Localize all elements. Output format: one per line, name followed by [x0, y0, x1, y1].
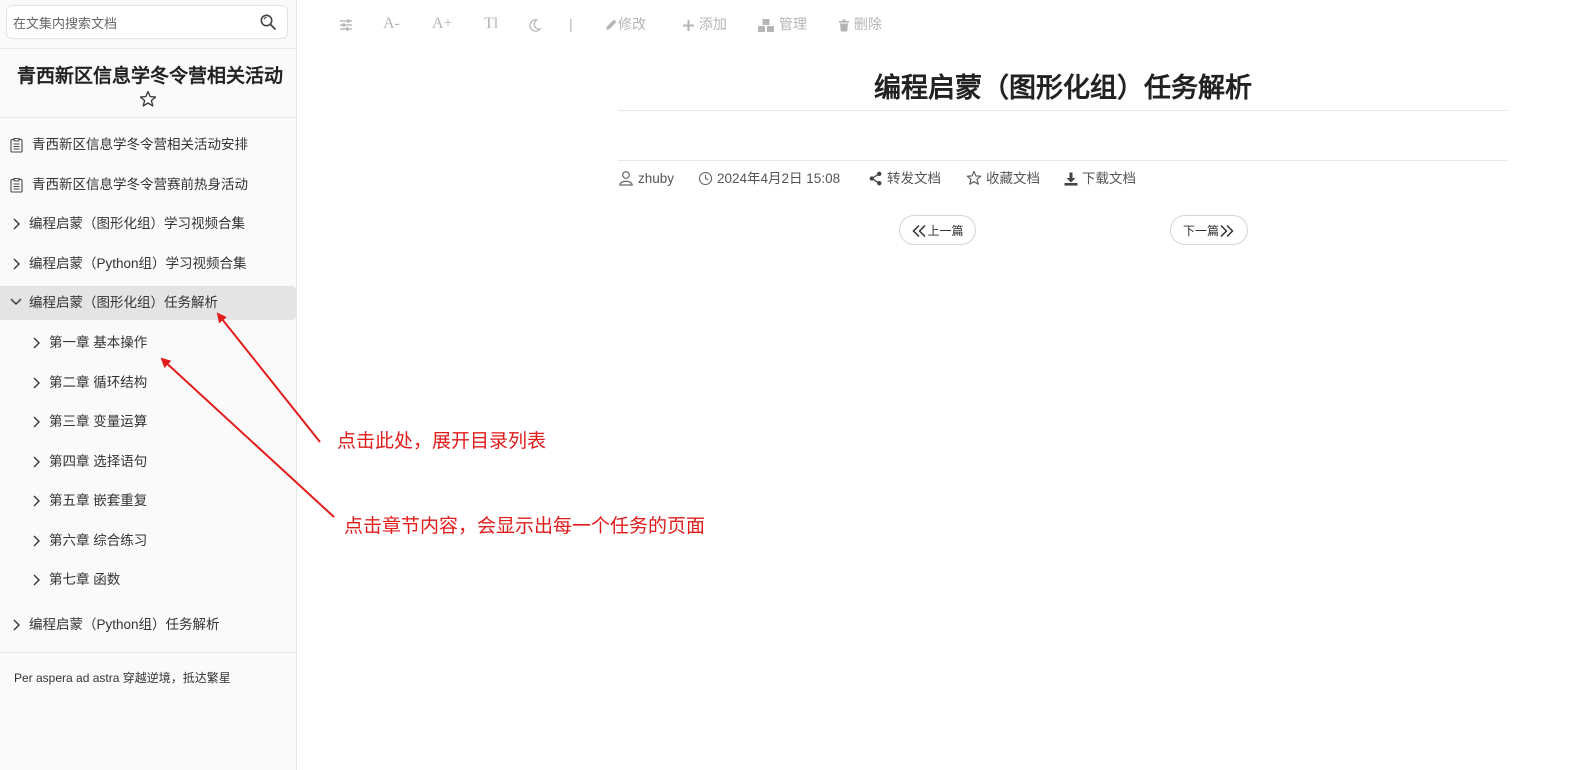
chevron-right-icon: [33, 377, 40, 389]
toc-item-label: 编程启蒙（图形化组）任务解析: [29, 295, 218, 310]
doc-title: 编程启蒙（图形化组）任务解析: [874, 73, 1252, 103]
toc-chapter-item[interactable]: 第七章 函数: [0, 563, 296, 597]
document-icon: [10, 138, 23, 153]
plus-icon: [683, 19, 694, 31]
collect-button[interactable]: 收藏文档: [966, 169, 1040, 189]
author-name: zhuby: [638, 171, 675, 186]
toc-item-label: 编程启蒙（Python组）学习视频合集: [29, 256, 247, 271]
toc-chapter-item[interactable]: 第六章 综合练习: [0, 524, 296, 558]
sidebar-footer: Per aspera ad astra 穿越逆境，抵达繁星: [14, 671, 231, 685]
prev-label: 上一篇: [927, 224, 964, 238]
annotation-note: 点击章节内容，会显示出每一个任务的页面: [344, 515, 706, 537]
toc-chapter-item[interactable]: 第一章 基本操作: [0, 326, 296, 360]
toc-doc-item[interactable]: 青西新区信息学冬令营赛前热身活动: [0, 168, 296, 202]
sidebar-divider: [0, 652, 296, 653]
clock-icon: [698, 171, 713, 186]
font-increase-button[interactable]: A+: [432, 13, 453, 35]
chevron-right-icon: [13, 258, 20, 270]
font-switch-button[interactable]: Tl: [484, 13, 498, 35]
add-label: 添加: [698, 16, 727, 32]
share-label: 转发文档: [887, 171, 941, 186]
share-icon: [869, 171, 882, 186]
project-title: 青西新区信息学冬令营相关活动: [16, 66, 283, 87]
download-button[interactable]: 下载文档: [1064, 169, 1136, 189]
share-button[interactable]: 转发文档: [868, 169, 941, 189]
document-icon: [10, 178, 23, 193]
date-text: 2024年4月2日 15:08: [717, 171, 841, 186]
toolbar-separator: |: [569, 16, 573, 32]
add-button[interactable]: 添加: [682, 13, 727, 35]
download-icon: [1064, 172, 1078, 186]
search-icon[interactable]: [259, 13, 277, 31]
moon-icon: [529, 19, 542, 32]
user-icon: [619, 171, 633, 186]
chevron-right-icon: [33, 574, 40, 586]
pencil-icon: [606, 19, 617, 31]
next-page-button[interactable]: 下一篇: [1170, 215, 1248, 245]
edit-label: 修改: [618, 16, 646, 32]
toc-item-label: 青西新区信息学冬令营相关活动安排: [32, 137, 248, 152]
meta-divider: [618, 160, 1508, 161]
double-chevron-right-icon: [1220, 224, 1234, 238]
settings-button[interactable]: [338, 13, 354, 35]
toc-folder-item[interactable]: 编程启蒙（Python组）学习视频合集: [0, 247, 296, 281]
doc-date: 2024年4月2日 15:08: [698, 169, 840, 189]
toc-folder-item-active[interactable]: 编程启蒙（图形化组）任务解析: [0, 286, 296, 320]
toc-item-label: 第六章 综合练习: [49, 533, 148, 548]
delete-button[interactable]: 删除: [838, 13, 882, 35]
font-decrease-button[interactable]: A-: [383, 13, 400, 35]
title-divider: [618, 110, 1508, 111]
chevron-right-icon: [33, 495, 40, 507]
toc-item-label: 编程启蒙（图形化组）学习视频合集: [29, 216, 245, 231]
chevron-down-icon: [10, 298, 22, 305]
double-chevron-left-icon: [912, 224, 927, 238]
cubes-icon: [758, 18, 774, 32]
search-input[interactable]: [11, 6, 255, 40]
star-icon[interactable]: [139, 90, 157, 108]
toc-chapter-item[interactable]: 第三章 变量运算: [0, 405, 296, 439]
chevron-right-icon: [13, 218, 20, 230]
chevron-right-icon: [33, 416, 40, 428]
annotation-note: 点击此处，展开目录列表: [337, 430, 547, 452]
sliders-icon: [340, 19, 352, 31]
toc-chapter-item[interactable]: 第五章 嵌套重复: [0, 484, 296, 518]
manage-button[interactable]: 管理: [757, 13, 807, 35]
toc-item-label: 青西新区信息学冬令营赛前热身活动: [32, 177, 248, 192]
trash-icon: [839, 19, 849, 32]
toc-item-label: 编程启蒙（Python组）任务解析: [29, 617, 220, 632]
dark-mode-button[interactable]: [527, 13, 542, 35]
collect-label: 收藏文档: [986, 171, 1040, 186]
toc-item-label: 第三章 变量运算: [49, 414, 148, 429]
chevron-right-icon: [33, 456, 40, 468]
toc-folder-item[interactable]: 编程启蒙（Python组）任务解析: [0, 608, 296, 642]
edit-button[interactable]: 修改: [604, 13, 646, 35]
sidebar: 青西新区信息学冬令营相关活动 青西新区信息学冬令营相关活动安排 青西新区信息学冬…: [0, 0, 297, 770]
toc-item-label: 第七章 函数: [49, 572, 121, 587]
toc-item-label: 第四章 选择语句: [49, 454, 148, 469]
toc-item-label: 第一章 基本操作: [49, 335, 148, 350]
chevron-right-icon: [33, 535, 40, 547]
toc-item-label: 第二章 循环结构: [49, 375, 148, 390]
delete-label: 删除: [853, 16, 882, 32]
doc-author: zhuby: [618, 169, 674, 189]
toc-chapter-item[interactable]: 第四章 选择语句: [0, 445, 296, 479]
chevron-right-icon: [33, 337, 40, 349]
next-label: 下一篇: [1182, 224, 1219, 238]
project-header: 青西新区信息学冬令营相关活动: [0, 48, 296, 118]
toc-folder-item[interactable]: 编程启蒙（图形化组）学习视频合集: [0, 207, 296, 241]
toc-item-label: 第五章 嵌套重复: [49, 493, 148, 508]
star-icon: [966, 170, 982, 185]
manage-label: 管理: [778, 16, 807, 32]
chevron-right-icon: [13, 619, 20, 631]
toc-chapter-item[interactable]: 第二章 循环结构: [0, 366, 296, 400]
search-box: [6, 5, 288, 40]
toc-doc-item[interactable]: 青西新区信息学冬令营相关活动安排: [0, 128, 296, 162]
download-label: 下载文档: [1082, 171, 1136, 186]
prev-page-button[interactable]: 上一篇: [899, 215, 976, 245]
